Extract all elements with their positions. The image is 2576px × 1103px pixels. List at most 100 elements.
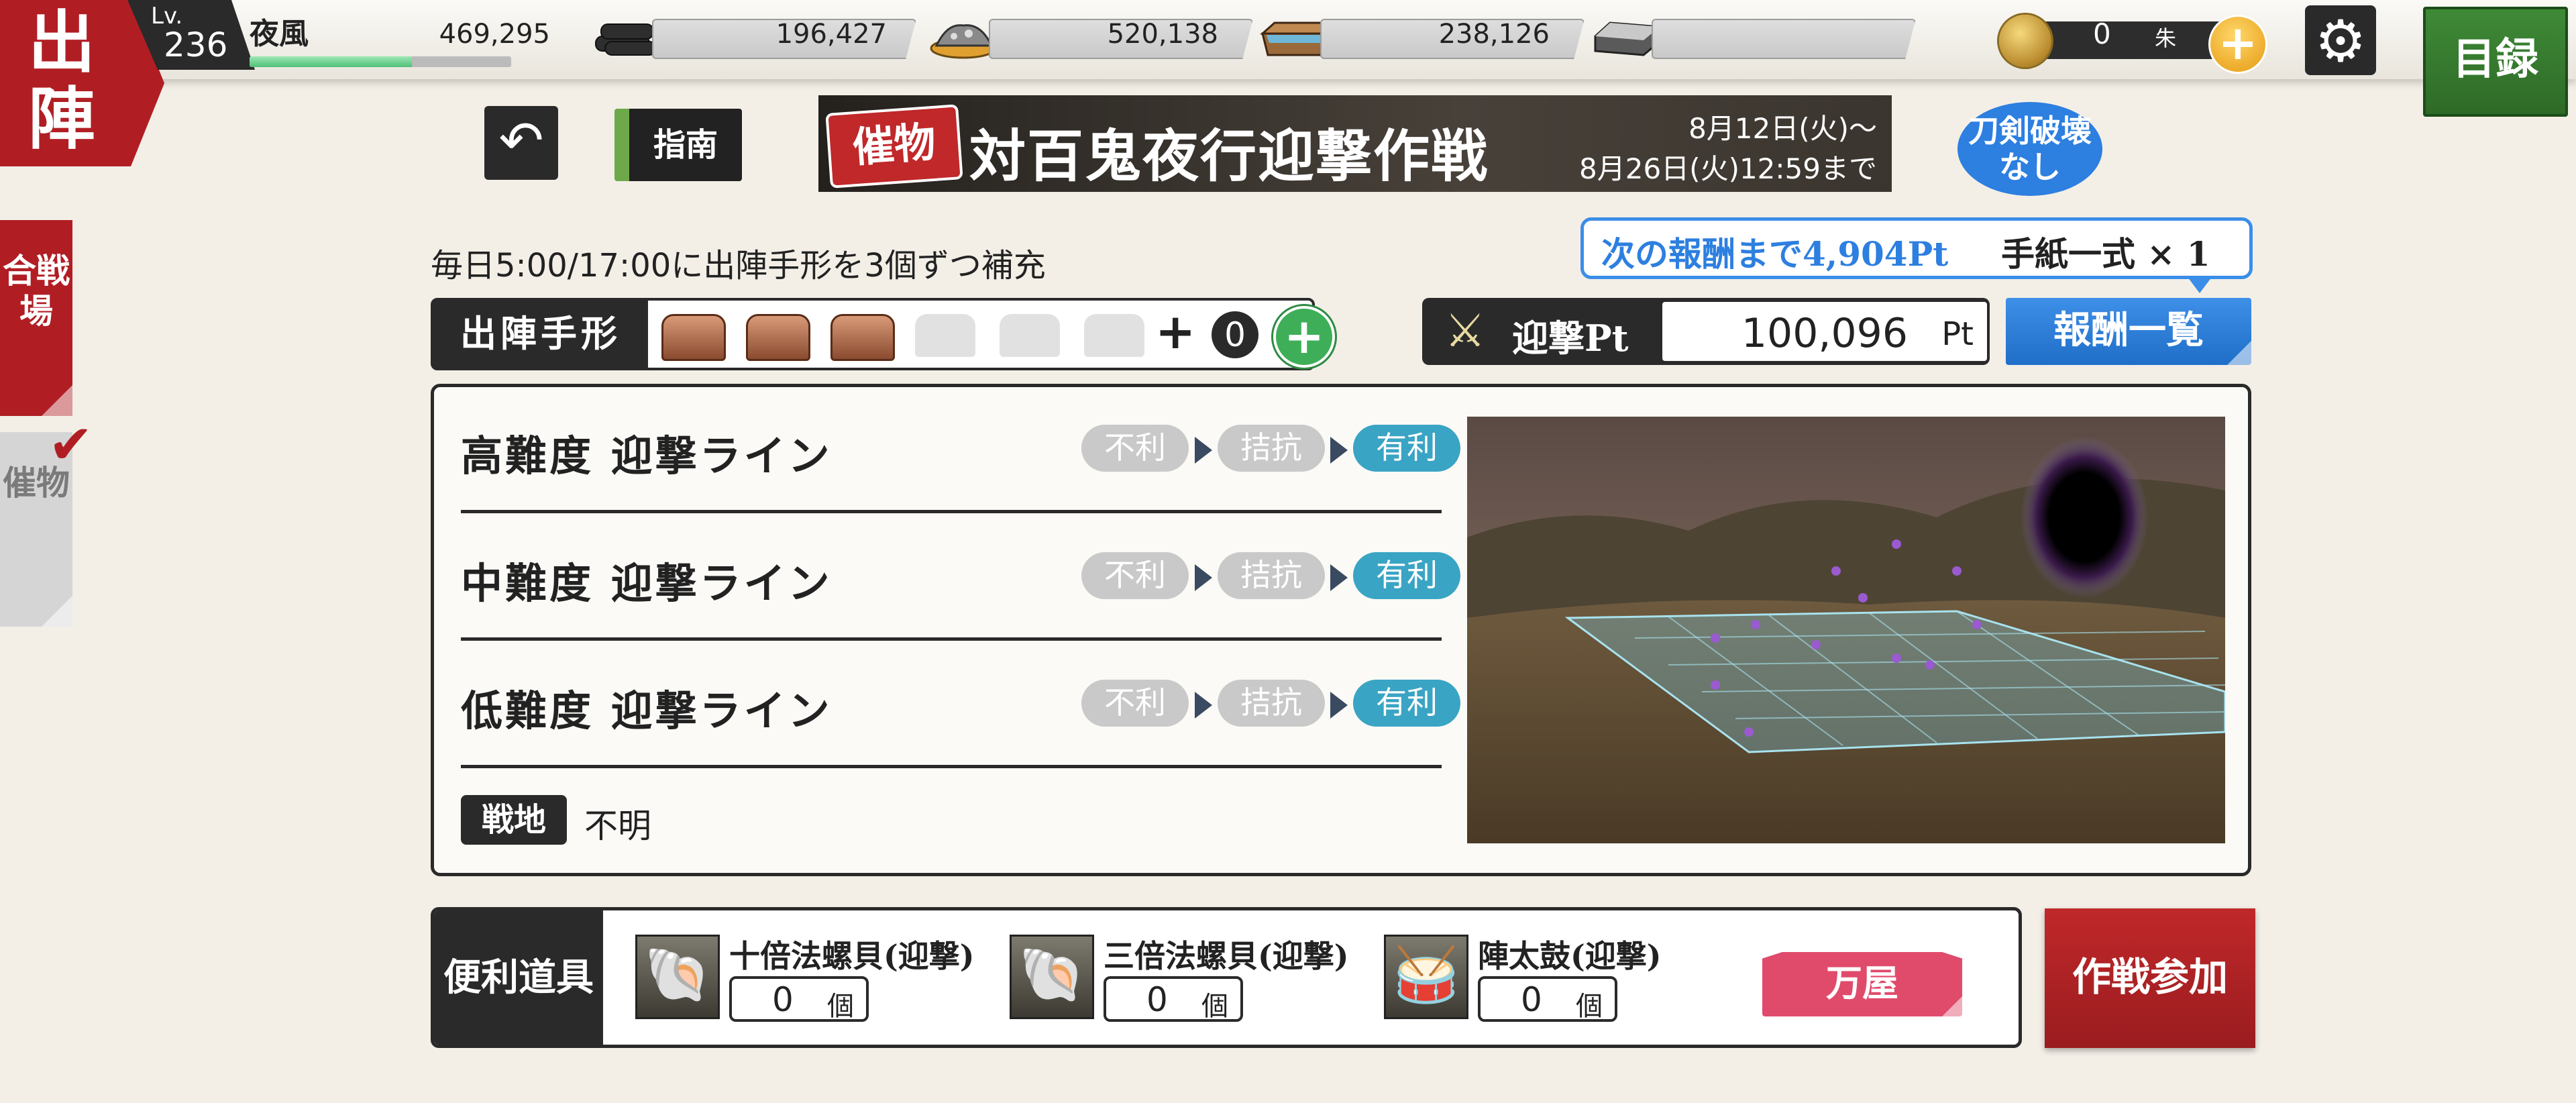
- battlefield-value: 不明: [584, 806, 651, 845]
- button-corner: [2227, 341, 2251, 365]
- status-advantage: 有利: [1353, 425, 1460, 472]
- line-row-high[interactable]: 高難度 迎撃ライン 不利 拮抗 有利: [461, 387, 1460, 513]
- arrow-right-icon: [1330, 437, 1348, 464]
- currency-bar: [2034, 21, 2235, 59]
- next-reward-bubble: 次の報酬まで4,904Pt 手紙一式 × 1: [1580, 217, 2253, 293]
- line-name: 中難度 迎撃ライン: [461, 559, 833, 608]
- intercept-points-valuebox: 100,096 Pt: [1662, 302, 1987, 361]
- item-war-drum[interactable]: 🥁 陣太鼓(迎撃) 0 個: [1384, 935, 1746, 1022]
- battlefield-tag: 戦地: [461, 795, 567, 845]
- item-unit: 個: [1201, 991, 1228, 1022]
- item-name: 三倍法螺貝(迎撃): [1104, 938, 1349, 974]
- exp-bar-fill: [250, 56, 412, 67]
- arrow-right-icon: [1195, 692, 1212, 719]
- item-quantity-box: 0 個: [729, 976, 869, 1022]
- tab-corner: [42, 596, 72, 627]
- item-conch-10x[interactable]: 🐚 十倍法螺貝(迎撃) 0 個: [635, 935, 998, 1022]
- sortie-pass-label: 出陣手形: [433, 301, 648, 368]
- tab-gassenba[interactable]: 合戦場: [0, 220, 72, 416]
- conch-shell-icon: 🐚: [1010, 935, 1094, 1019]
- interception-panel: 高難度 迎撃ライン 不利 拮抗 有利 中難度 迎撃ライン 不利 拮抗 有利 低難…: [431, 384, 2251, 876]
- sortie-pass-icon: [830, 314, 895, 361]
- reward-list-button[interactable]: 報酬一覧: [2006, 298, 2251, 365]
- divider: [461, 765, 1442, 768]
- status-disadvantage: 不利: [1081, 552, 1189, 599]
- divider: [461, 637, 1442, 641]
- war-drum-icon: 🥁: [1384, 935, 1468, 1019]
- sortie-pass-empty-icon: [1084, 314, 1144, 357]
- intercept-points-value: 100,096: [1741, 310, 1908, 357]
- catalog-button[interactable]: 目録: [2423, 7, 2568, 117]
- divider: [461, 510, 1442, 513]
- shop-button[interactable]: 万屋: [1762, 952, 1962, 1016]
- sortie-pass-empty-icon: [1000, 314, 1060, 357]
- plus-icon: +: [1155, 303, 1196, 360]
- currency-unit: 朱: [2155, 25, 2177, 51]
- resource-value: 238,126: [1438, 19, 1550, 50]
- intercept-points-label: 迎撃Pt: [1512, 317, 1629, 360]
- resource-value: 520,138: [1107, 19, 1218, 50]
- item-count: 0: [772, 980, 794, 1019]
- back-button[interactable]: ↶: [484, 106, 558, 180]
- arrow-right-icon: [1195, 437, 1212, 464]
- settings-button[interactable]: ⚙: [2305, 5, 2376, 75]
- arrow-right-icon: [1330, 564, 1348, 591]
- shop-label: 万屋: [1826, 961, 1898, 1004]
- item-unit: 個: [1576, 991, 1603, 1022]
- back-arrow-icon: ↶: [498, 109, 544, 172]
- status-disadvantage: 不利: [1081, 680, 1189, 727]
- sortie-pass-icon: [661, 314, 726, 361]
- status-advantage: 有利: [1353, 552, 1460, 599]
- level-value: 236: [164, 25, 228, 64]
- exp-bar: [250, 56, 511, 67]
- arrow-right-icon: [1330, 692, 1348, 719]
- sortie-pass-icon: [746, 314, 810, 361]
- next-reward-item: 手紙一式 × 1: [2001, 234, 2210, 274]
- item-name: 十倍法螺貝(迎撃): [729, 938, 975, 974]
- line-row-low[interactable]: 低難度 迎撃ライン 不利 拮抗 有利: [461, 642, 1460, 768]
- banner-start-date: 8月12日(火)〜: [1688, 112, 1877, 145]
- status-even: 拮抗: [1218, 552, 1325, 599]
- add-currency-button[interactable]: +: [2208, 15, 2267, 74]
- line-name: 低難度 迎撃ライン: [461, 686, 833, 735]
- arrow-right-icon: [1195, 564, 1212, 591]
- guide-button[interactable]: 指南: [614, 109, 742, 181]
- conch-shell-icon: 🐚: [635, 935, 720, 1019]
- event-banner[interactable]: 催物 対百鬼夜行迎撃作戦 8月12日(火)〜 8月26日(火)12:59まで: [818, 95, 1892, 192]
- status-even: 拮抗: [1218, 680, 1325, 727]
- currency-box: 0 朱 +: [1999, 13, 2267, 74]
- line-row-medium[interactable]: 中難度 迎撃ライン 不利 拮抗 有利: [461, 515, 1460, 641]
- koban-coin-icon: [1999, 15, 2051, 67]
- tab-corner: [42, 385, 72, 416]
- refill-notice: 毎日5:00/17:00に出陣手形を3個ずつ補充: [431, 247, 1046, 284]
- banner-end-date: 8月26日(火)12:59まで: [1579, 152, 1877, 185]
- item-unit: 個: [827, 991, 854, 1022]
- convenience-items-label: 便利道具: [434, 910, 603, 1045]
- item-conch-3x[interactable]: 🐚 三倍法螺貝(迎撃) 0 個: [1010, 935, 1372, 1022]
- checkmark-icon: ✔: [48, 413, 94, 476]
- currency-value: 0: [2093, 17, 2111, 50]
- button-corner: [1942, 996, 1962, 1016]
- resource-box: [1652, 19, 1916, 59]
- line-name: 高難度 迎撃ライン: [461, 431, 833, 480]
- status-even: 拮抗: [1218, 425, 1325, 472]
- battlefield-map-image: [1467, 417, 2225, 843]
- banner-tag: 催物: [825, 104, 963, 189]
- reward-list-label: 報酬一覧: [2053, 308, 2204, 352]
- banner-title: 対百鬼夜行迎撃作戦: [969, 123, 1489, 189]
- tab-label: 合戦場: [3, 251, 70, 331]
- add-sortie-pass-button[interactable]: +: [1273, 306, 1335, 368]
- no-break-badge: 刀剣破壊なし: [1957, 102, 2102, 196]
- no-break-label: 刀剣破壊なし: [1968, 113, 2092, 185]
- item-quantity-box: 0 個: [1104, 976, 1243, 1022]
- intercept-points-unit: Pt: [1941, 315, 1974, 353]
- extra-pass-count: 0: [1212, 311, 1258, 358]
- resource-value: 196,427: [775, 19, 887, 50]
- status-disadvantage: 不利: [1081, 425, 1189, 472]
- resource-value: 469,295: [439, 19, 550, 50]
- status-advantage: 有利: [1353, 680, 1460, 727]
- crossed-swords-icon: ⚔: [1444, 305, 1486, 358]
- join-operation-button[interactable]: 作戦参加: [2045, 908, 2255, 1048]
- item-name: 陣太鼓(迎撃): [1478, 938, 1662, 974]
- gear-icon: ⚙: [2314, 8, 2367, 75]
